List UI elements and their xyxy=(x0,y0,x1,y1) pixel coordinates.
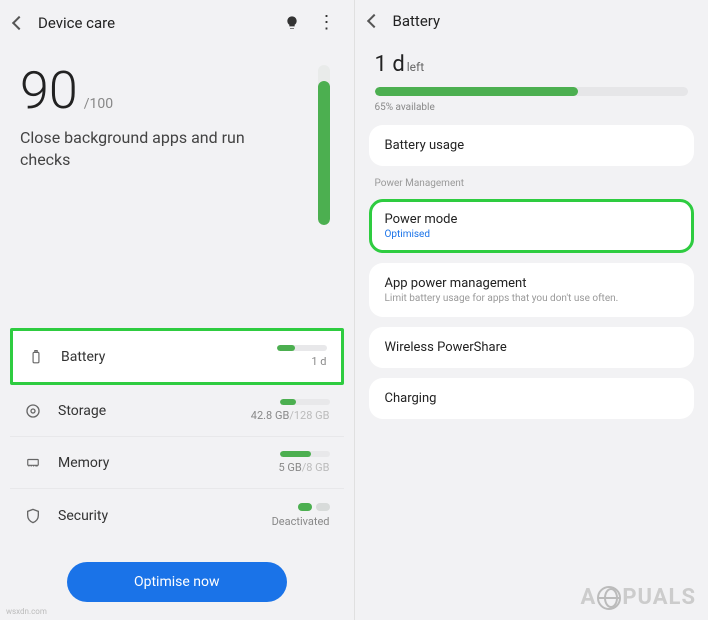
battery-summary: 1 dleft 65% available xyxy=(355,42,708,113)
time-left: 1 dleft xyxy=(375,52,689,77)
charging-card[interactable]: Charging xyxy=(369,378,695,419)
security-toggle-icon xyxy=(298,503,330,511)
more-icon[interactable]: ⋮ xyxy=(314,12,340,33)
storage-value: 42.8 GB/128 GB xyxy=(251,409,330,422)
header: Device care ⋮ xyxy=(0,0,354,45)
wireless-powershare-card[interactable]: Wireless PowerShare xyxy=(369,327,695,368)
header: Battery xyxy=(355,0,708,42)
back-icon[interactable] xyxy=(366,14,380,28)
storage-row[interactable]: Storage 42.8 GB/128 GB xyxy=(10,385,344,437)
battery-cards: Battery usage Power Management Power mod… xyxy=(355,113,708,431)
storage-label: Storage xyxy=(58,403,106,419)
page-title: Device care xyxy=(38,14,115,32)
battery-panel: Battery 1 dleft 65% available Battery us… xyxy=(355,0,708,620)
power-mode-sub: Optimised xyxy=(385,229,679,240)
score-vertical-bar xyxy=(318,65,330,225)
device-care-panel: Device care ⋮ 90 /100 Close background a… xyxy=(0,0,355,620)
score-area: 90 /100 Close background apps and run ch… xyxy=(0,45,354,172)
memory-value: 5 GB/8 GB xyxy=(278,461,329,474)
battery-value: 1 d xyxy=(311,355,326,368)
power-management-section-label: Power Management xyxy=(369,176,695,189)
app-power-sub: Limit battery usage for apps that you do… xyxy=(385,293,679,304)
score-max: /100 xyxy=(84,96,113,112)
available-text: 65% available xyxy=(375,102,689,113)
battery-level-bar xyxy=(375,87,689,96)
score-subtitle: Close background apps and run checks xyxy=(20,127,280,172)
battery-bar xyxy=(277,345,327,351)
memory-label: Memory xyxy=(58,455,109,471)
security-value: Deactivated xyxy=(272,515,330,528)
tips-icon[interactable] xyxy=(284,15,300,31)
back-icon[interactable] xyxy=(12,15,26,29)
battery-icon xyxy=(27,348,45,366)
security-row[interactable]: Security Deactivated xyxy=(10,489,344,542)
power-mode-label: Power mode xyxy=(385,212,679,227)
score-vertical-bar-fill xyxy=(318,81,330,225)
security-label: Security xyxy=(58,508,108,524)
memory-row[interactable]: Memory 5 GB/8 GB xyxy=(10,437,344,489)
power-mode-card[interactable]: Power mode Optimised xyxy=(369,199,695,253)
optimise-now-button[interactable]: Optimise now xyxy=(67,562,287,602)
app-power-label: App power management xyxy=(385,276,679,291)
storage-bar xyxy=(280,399,330,405)
app-power-management-card[interactable]: App power management Limit battery usage… xyxy=(369,263,695,317)
page-title: Battery xyxy=(393,12,441,30)
device-care-list: Battery 1 d Storage 42.8 GB/128 GB Memor… xyxy=(0,320,354,554)
shield-icon xyxy=(24,507,42,525)
score-value: 90 xyxy=(20,65,78,117)
memory-bar xyxy=(280,451,330,457)
battery-usage-card[interactable]: Battery usage xyxy=(369,125,695,166)
battery-row[interactable]: Battery 1 d xyxy=(10,328,344,385)
battery-label: Battery xyxy=(61,349,105,365)
memory-icon xyxy=(24,454,42,472)
storage-icon xyxy=(24,402,42,420)
